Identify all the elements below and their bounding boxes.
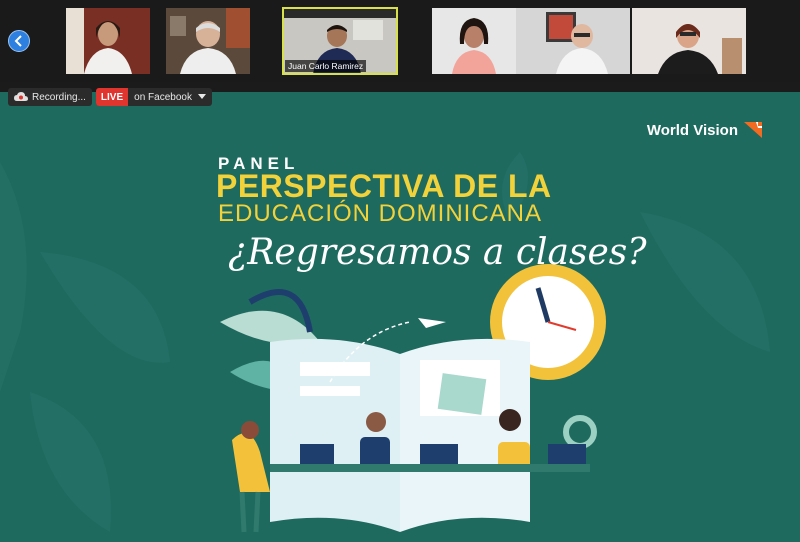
participant-video-active-speaker[interactable]: Juan Carlo Ramirez	[282, 7, 398, 75]
participant-video-2[interactable]	[166, 8, 250, 74]
live-stream-indicator[interactable]: LIVE on Facebook	[95, 88, 212, 106]
participant-avatar	[432, 8, 516, 74]
video-strip: Juan Carlo Ramirez	[0, 0, 800, 82]
meeting-status-bar: Recording... LIVE on Facebook	[8, 88, 212, 106]
participant-video-1[interactable]	[66, 8, 150, 74]
world-vision-logo: World Vision	[647, 120, 764, 140]
participant-video-5[interactable]	[516, 8, 630, 74]
live-badge: LIVE	[95, 88, 129, 106]
slide-background-art	[0, 152, 770, 533]
live-target-label: on Facebook	[134, 91, 192, 103]
brand-name: World Vision	[646, 121, 738, 139]
participant-avatar	[166, 8, 250, 74]
participant-video-4[interactable]	[432, 8, 516, 74]
participant-avatar	[516, 8, 630, 74]
participant-video-6[interactable]	[632, 8, 746, 74]
chevron-left-icon	[14, 35, 22, 47]
world-vision-mark-icon	[744, 122, 762, 138]
participant-avatar	[632, 8, 746, 74]
cloud-recording-icon	[14, 92, 28, 101]
shared-screen-slide: World Vision PANEL PERSPECTIVA DE LA EDU…	[0, 92, 800, 542]
recording-indicator[interactable]: Recording...	[8, 88, 92, 106]
chevron-down-icon	[197, 94, 206, 99]
participant-avatar	[66, 8, 150, 74]
participant-name-label: Juan Carlo Ramirez	[285, 60, 367, 72]
previous-page-button[interactable]	[8, 30, 30, 52]
slide-subtitle: EDUCACIÓN DOMINICANA	[218, 200, 543, 227]
slide-script-heading: ¿Regresamos a clases?	[228, 232, 647, 273]
recording-label: Recording...	[32, 91, 86, 103]
